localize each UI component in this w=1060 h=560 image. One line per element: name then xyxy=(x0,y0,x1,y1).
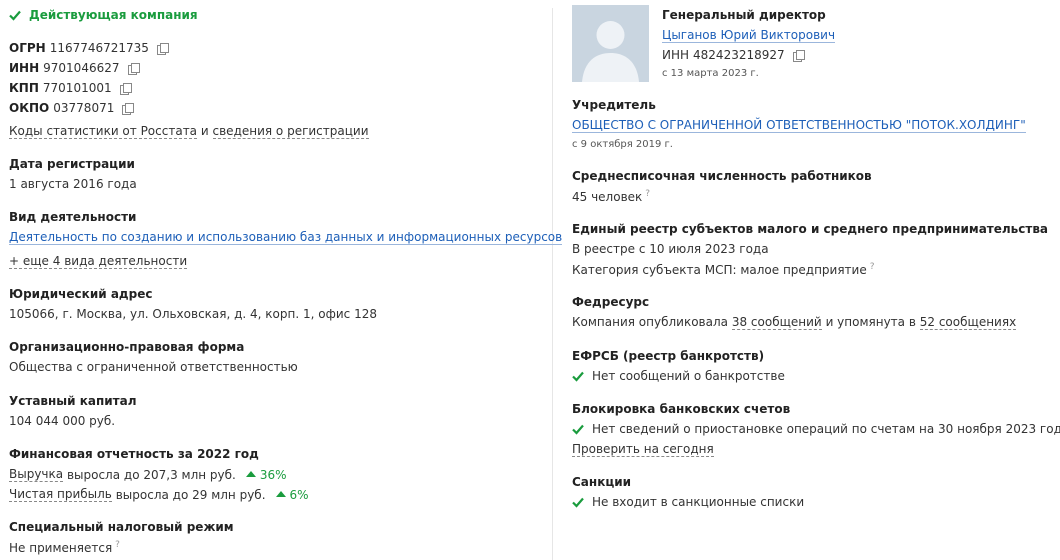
profit-text: выросла до 29 млн руб. xyxy=(115,487,266,502)
sanctions-value: Не входит в санкционные списки xyxy=(592,495,805,509)
main-activity-link[interactable]: Деятельность по созданию и использованию… xyxy=(9,230,563,245)
employees-row: 45 человек? xyxy=(572,189,650,204)
profit-change: 6% xyxy=(289,487,309,502)
address-value: 105066, г. Москва, ул. Ольховская, д. 4,… xyxy=(9,307,377,321)
activity-title: Вид деятельности xyxy=(9,210,137,224)
tax-title: Специальный налоговый режим xyxy=(9,520,234,534)
director-name-link[interactable]: Цыганов Юрий Викторович xyxy=(662,28,836,43)
registration-info-link[interactable]: сведения о регистрации xyxy=(212,124,369,139)
tax-row: Не применяется? xyxy=(9,540,120,555)
revenue-row: Выручка выросла до 207,3 млн руб. 36% xyxy=(9,467,287,482)
founder-link[interactable]: ОБЩЕСТВО С ОГРАНИЧЕННОЙ ОТВЕТСТВЕННОСТЬЮ… xyxy=(572,118,1026,133)
director-role: Генеральный директор xyxy=(662,8,826,22)
help-icon[interactable]: ? xyxy=(115,540,120,550)
accounts-row: Нет сведений о приостановке операций по … xyxy=(572,422,1060,436)
arrow-up-icon xyxy=(275,491,286,497)
msp-since: В реестре с 10 июля 2023 года xyxy=(572,242,769,256)
inn-label: ИНН xyxy=(9,61,40,75)
stats-and-text: и xyxy=(200,124,209,138)
fedresurs-row: Компания опубликовала 38 сообщений и упо… xyxy=(572,315,1017,330)
fedresurs-text2: и упомянута в xyxy=(825,315,916,329)
more-activities-link[interactable]: + еще 4 вида деятельности xyxy=(9,254,188,269)
fedresurs-title: Федресурс xyxy=(572,295,650,309)
copy-icon[interactable] xyxy=(156,42,169,55)
okpo-row: ОКПО 03778071 xyxy=(9,101,135,115)
efrsb-title: ЕФРСБ (реестр банкротств) xyxy=(572,349,765,363)
director-since: с 13 марта 2023 г. xyxy=(662,68,759,79)
kpp-row: КПП 770101001 xyxy=(9,81,132,95)
msp-category: Категория субъекта МСП: малое предприяти… xyxy=(572,263,867,277)
profit-link[interactable]: Чистая прибыль xyxy=(9,487,112,502)
kpp-label: КПП xyxy=(9,81,39,95)
employees-value: 45 человек xyxy=(572,190,643,204)
ogrn-row: ОГРН 1167746721735 xyxy=(9,41,169,55)
revenue-text: выросла до 207,3 млн руб. xyxy=(66,467,236,482)
check-today-link[interactable]: Проверить на сегодня xyxy=(572,442,714,457)
accounts-value: Нет сведений о приостановке операций по … xyxy=(592,422,1060,436)
inn-row: ИНН 9701046627 xyxy=(9,61,140,75)
column-divider xyxy=(552,8,553,560)
inn-value: 9701046627 xyxy=(43,61,120,75)
capital-value: 104 044 000 руб. xyxy=(9,414,116,428)
accounts-title: Блокировка банковских счетов xyxy=(572,402,791,416)
arrow-up-icon xyxy=(245,471,256,477)
founder-title: Учредитель xyxy=(572,98,656,112)
director-inn-label: ИНН xyxy=(662,48,690,62)
registration-title: Дата регистрации xyxy=(9,157,135,171)
efrsb-value: Нет сообщений о банкротстве xyxy=(592,369,785,383)
stats-codes-link[interactable]: Коды статистики от Росстата xyxy=(9,124,198,139)
check-icon xyxy=(572,423,584,435)
tax-value: Не применяется xyxy=(9,541,113,555)
copy-icon[interactable] xyxy=(127,62,140,75)
director-inn-row: ИНН 482423218927 xyxy=(662,48,805,62)
company-status: Действующая компания xyxy=(9,8,198,22)
fedresurs-mentioned-link[interactable]: 52 сообщениях xyxy=(919,315,1017,330)
revenue-change: 36% xyxy=(259,467,287,482)
employees-title: Среднесписочная численность работников xyxy=(572,169,872,183)
stats-row: Коды статистики от Росстата и сведения о… xyxy=(9,124,369,139)
msp-category-row: Категория субъекта МСП: малое предприяти… xyxy=(572,262,875,277)
director-avatar xyxy=(572,5,649,82)
copy-icon[interactable] xyxy=(122,102,135,115)
okpo-value: 03778071 xyxy=(53,101,115,115)
efrsb-row: Нет сообщений о банкротстве xyxy=(572,369,785,383)
address-title: Юридический адрес xyxy=(9,287,153,301)
fedresurs-published-link[interactable]: 38 сообщений xyxy=(731,315,822,330)
ogrn-label: ОГРН xyxy=(9,41,46,55)
profit-row: Чистая прибыль выросла до 29 млн руб. 6% xyxy=(9,487,309,502)
copy-icon[interactable] xyxy=(792,49,805,62)
okpo-label: ОКПО xyxy=(9,101,50,115)
check-icon xyxy=(572,496,584,508)
person-silhouette-icon xyxy=(572,5,649,82)
check-icon xyxy=(572,370,584,382)
legal-form-title: Организационно-правовая форма xyxy=(9,340,245,354)
help-icon[interactable]: ? xyxy=(645,189,650,199)
finance-title: Финансовая отчетность за 2022 год xyxy=(9,447,259,461)
fedresurs-text1: Компания опубликовала xyxy=(572,315,728,329)
help-icon[interactable]: ? xyxy=(870,262,875,272)
sanctions-title: Санкции xyxy=(572,475,632,489)
capital-title: Уставный капитал xyxy=(9,394,137,408)
status-text: Действующая компания xyxy=(29,8,198,22)
legal-form-value: Общества с ограниченной ответственностью xyxy=(9,360,298,374)
copy-icon[interactable] xyxy=(119,82,132,95)
kpp-value: 770101001 xyxy=(42,81,112,95)
founder-since: с 9 октября 2019 г. xyxy=(572,139,673,150)
director-inn-value: 482423218927 xyxy=(693,48,785,62)
msp-title: Единый реестр субъектов малого и среднег… xyxy=(572,222,1049,236)
sanctions-row: Не входит в санкционные списки xyxy=(572,495,804,509)
ogrn-value: 1167746721735 xyxy=(49,41,149,55)
check-icon xyxy=(9,9,21,21)
revenue-link[interactable]: Выручка xyxy=(9,467,64,482)
registration-date: 1 августа 2016 года xyxy=(9,177,137,191)
